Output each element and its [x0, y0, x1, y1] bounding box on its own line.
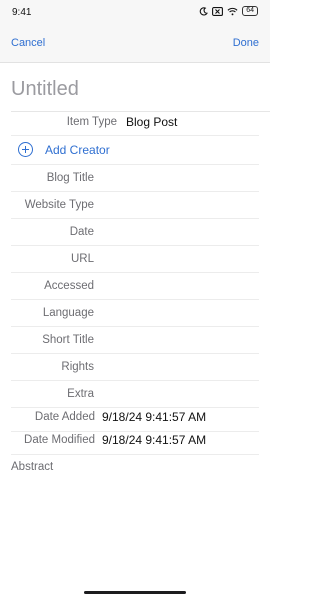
no-sim-icon: [212, 6, 224, 16]
field-label: Short Title: [42, 334, 94, 346]
battery-icon: 64: [242, 6, 258, 16]
field-label: Blog Title: [46, 172, 94, 184]
date-added-value: 9/18/24 9:41:57 AM: [102, 410, 207, 424]
field-row-short-title[interactable]: Short Title: [11, 327, 259, 354]
add-circle-icon: [18, 142, 33, 157]
add-creator-button[interactable]: Add Creator: [11, 136, 259, 165]
wifi-icon: [227, 7, 238, 15]
title-field[interactable]: Untitled: [11, 78, 270, 112]
moon-icon: [199, 6, 209, 15]
date-modified-value: 9/18/24 9:41:57 AM: [102, 433, 207, 447]
date-added-row: Date Added 9/18/24 9:41:57 AM: [11, 408, 259, 432]
item-type-row[interactable]: Item Type Blog Post: [11, 111, 259, 136]
abstract-label[interactable]: Abstract: [11, 461, 53, 473]
field-label: Website Type: [24, 199, 94, 211]
cancel-button[interactable]: Cancel: [11, 37, 45, 49]
field-label: Accessed: [44, 280, 94, 292]
done-button[interactable]: Done: [233, 37, 259, 49]
status-bar: 9:41 64: [0, 0, 270, 26]
field-row-accessed[interactable]: Accessed: [11, 273, 259, 300]
field-row-blog-title[interactable]: Blog Title: [11, 165, 259, 192]
field-label: Rights: [61, 361, 94, 373]
date-modified-label: Date Modified: [24, 434, 95, 446]
field-row-date[interactable]: Date: [11, 219, 259, 246]
add-creator-label: Add Creator: [45, 143, 110, 157]
status-time: 9:41: [12, 7, 32, 18]
field-row-url[interactable]: URL: [11, 246, 259, 273]
field-label: Extra: [67, 388, 94, 400]
field-label: Language: [42, 307, 94, 319]
nav-bar: Cancel Done: [0, 26, 270, 63]
field-row-language[interactable]: Language: [11, 300, 259, 327]
date-modified-row: Date Modified 9/18/24 9:41:57 AM: [11, 431, 259, 455]
item-title: Untitled: [11, 78, 79, 100]
field-label: Date: [69, 226, 94, 238]
status-icons: 64: [199, 6, 258, 16]
home-indicator[interactable]: [84, 591, 186, 594]
field-row-extra[interactable]: Extra: [11, 381, 259, 408]
date-added-label: Date Added: [34, 411, 95, 423]
field-label: URL: [70, 253, 94, 265]
field-row-website-type[interactable]: Website Type: [11, 192, 259, 219]
item-type-label: Item Type: [66, 116, 117, 128]
item-type-value: Blog Post: [126, 115, 178, 129]
field-row-rights[interactable]: Rights: [11, 354, 259, 381]
